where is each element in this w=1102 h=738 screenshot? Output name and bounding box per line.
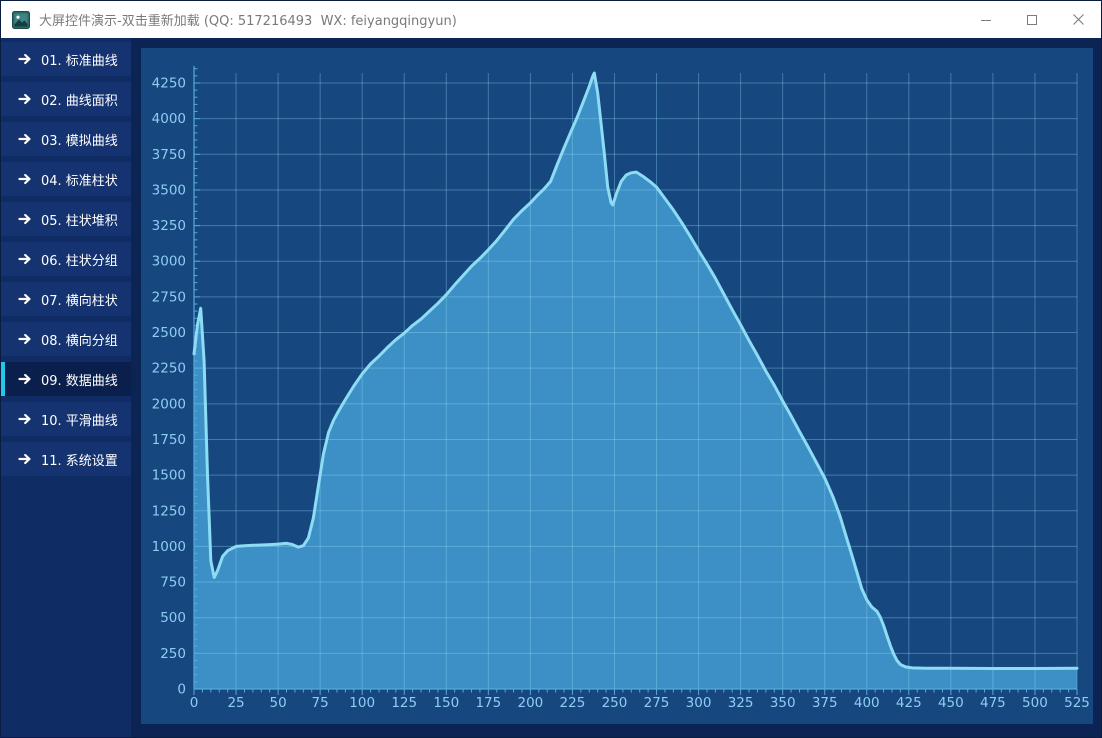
x-tick-label: 225 [560, 695, 586, 711]
x-tick-label: 450 [938, 695, 964, 711]
x-axis-labels: 0 25 50 75 100 125 150 175 200 225 250 275 300 325 350… [190, 695, 1090, 711]
y-tick-label: 500 [160, 610, 186, 626]
sidebar-item-label: 08. 横向分组 [41, 330, 118, 349]
close-button[interactable] [1055, 1, 1101, 38]
maximize-icon [1026, 14, 1038, 26]
sidebar-item-07[interactable]: 07. 横向柱状 [1, 282, 131, 316]
arrow-right-icon [18, 132, 32, 146]
y-tick-label: 0 [177, 682, 186, 698]
x-tick-label: 250 [602, 695, 628, 711]
active-indicator [1, 362, 5, 396]
y-tick-label: 3250 [152, 218, 186, 234]
arrow-right-icon [18, 292, 32, 306]
sidebar-item-03[interactable]: 03. 模拟曲线 [1, 122, 131, 156]
y-tick-label: 2750 [152, 289, 186, 305]
sidebar-item-label: 11. 系统设置 [41, 450, 118, 469]
x-tick-label: 50 [270, 695, 287, 711]
sidebar-item-label: 09. 数据曲线 [41, 370, 118, 389]
window-controls [963, 1, 1101, 38]
y-tick-label: 1000 [152, 539, 186, 555]
area-chart: 0 25 50 75 100 125 150 175 200 225 250 275 300 325 350… [141, 48, 1093, 724]
arrow-right-icon [18, 452, 32, 466]
sidebar-item-04[interactable]: 04. 标准柱状 [1, 162, 131, 196]
arrow-right-icon [18, 52, 32, 66]
y-tick-label: 2000 [152, 396, 186, 412]
minimize-icon [980, 14, 992, 26]
y-tick-label: 1250 [152, 503, 186, 519]
y-tick-label: 3000 [152, 254, 186, 270]
x-tick-label: 25 [227, 695, 244, 711]
sidebar-item-label: 04. 标准柱状 [41, 170, 118, 189]
landscape-photo-icon [12, 11, 30, 29]
y-tick-label: 1750 [152, 432, 186, 448]
y-axis-labels: 0 250 500 750 1000 1250 1500 1750 2000 2250 2500 27… [152, 76, 186, 698]
x-tick-label: 350 [770, 695, 796, 711]
sidebar-item-11[interactable]: 11. 系统设置 [1, 442, 131, 476]
x-tick-label: 275 [644, 695, 670, 711]
y-tick-label: 750 [160, 575, 186, 591]
y-tick-label: 250 [160, 646, 186, 662]
sidebar-item-09[interactable]: 09. 数据曲线 [1, 362, 131, 396]
series-area-fill [194, 73, 1077, 689]
sidebar-item-label: 02. 曲线面积 [41, 90, 118, 109]
x-tick-label: 175 [475, 695, 501, 711]
x-tick-label: 125 [391, 695, 417, 711]
y-tick-label: 1500 [152, 468, 186, 484]
sidebar-item-06[interactable]: 06. 柱状分组 [1, 242, 131, 276]
sidebar-item-05[interactable]: 05. 柱状堆积 [1, 202, 131, 236]
x-tick-label: 375 [812, 695, 838, 711]
y-tick-label: 2500 [152, 325, 186, 341]
arrow-right-icon [18, 212, 32, 226]
arrow-right-icon [18, 412, 32, 426]
y-tick-label: 2250 [152, 361, 186, 377]
arrow-right-icon [18, 372, 32, 386]
x-tick-label: 150 [433, 695, 459, 711]
window-title: 大屏控件演示-双击重新加载 (QQ: 517216493 WX: feiyang… [39, 10, 457, 29]
sidebar-item-08[interactable]: 08. 横向分组 [1, 322, 131, 356]
chart-panel: 0 25 50 75 100 125 150 175 200 225 250 275 300 325 350… [141, 48, 1093, 724]
sidebar-item-10[interactable]: 10. 平滑曲线 [1, 402, 131, 436]
sidebar-item-02[interactable]: 02. 曲线面积 [1, 82, 131, 116]
y-tick-label: 4000 [152, 111, 186, 127]
sidebar-item-label: 10. 平滑曲线 [41, 410, 118, 429]
x-tick-label: 0 [190, 695, 199, 711]
sidebar-item-01[interactable]: 01. 标准曲线 [1, 42, 131, 76]
x-tick-label: 200 [517, 695, 543, 711]
close-icon [1072, 13, 1085, 26]
x-tick-label: 500 [1022, 695, 1048, 711]
maximize-button[interactable] [1009, 1, 1055, 38]
y-tick-label: 3500 [152, 182, 186, 198]
content-area: 01. 标准曲线 02. 曲线面积 03. 模拟曲线 04. 标准柱状 05. 柱状堆积… [1, 38, 1101, 737]
minimize-button[interactable] [963, 1, 1009, 38]
y-tick-label: 4250 [152, 76, 186, 92]
x-tick-label: 425 [896, 695, 922, 711]
sidebar-item-label: 03. 模拟曲线 [41, 130, 118, 149]
x-tick-label: 325 [728, 695, 754, 711]
x-tick-label: 525 [1064, 695, 1090, 711]
x-tick-label: 75 [312, 695, 329, 711]
arrow-right-icon [18, 172, 32, 186]
arrow-right-icon [18, 92, 32, 106]
app-window: 大屏控件演示-双击重新加载 (QQ: 517216493 WX: feiyang… [0, 0, 1102, 738]
sidebar-item-label: 06. 柱状分组 [41, 250, 118, 269]
arrow-right-icon [18, 252, 32, 266]
x-tick-label: 300 [686, 695, 712, 711]
x-tick-label: 400 [854, 695, 880, 711]
sidebar: 01. 标准曲线 02. 曲线面积 03. 模拟曲线 04. 标准柱状 05. 柱状堆积… [1, 38, 131, 737]
arrow-right-icon [18, 332, 32, 346]
sidebar-item-label: 05. 柱状堆积 [41, 210, 118, 229]
titlebar[interactable]: 大屏控件演示-双击重新加载 (QQ: 517216493 WX: feiyang… [1, 1, 1101, 38]
x-tick-label: 475 [980, 695, 1006, 711]
sidebar-item-label: 01. 标准曲线 [41, 50, 118, 69]
x-tick-label: 100 [349, 695, 375, 711]
sidebar-item-label: 07. 横向柱状 [41, 290, 118, 309]
y-tick-label: 3750 [152, 147, 186, 163]
